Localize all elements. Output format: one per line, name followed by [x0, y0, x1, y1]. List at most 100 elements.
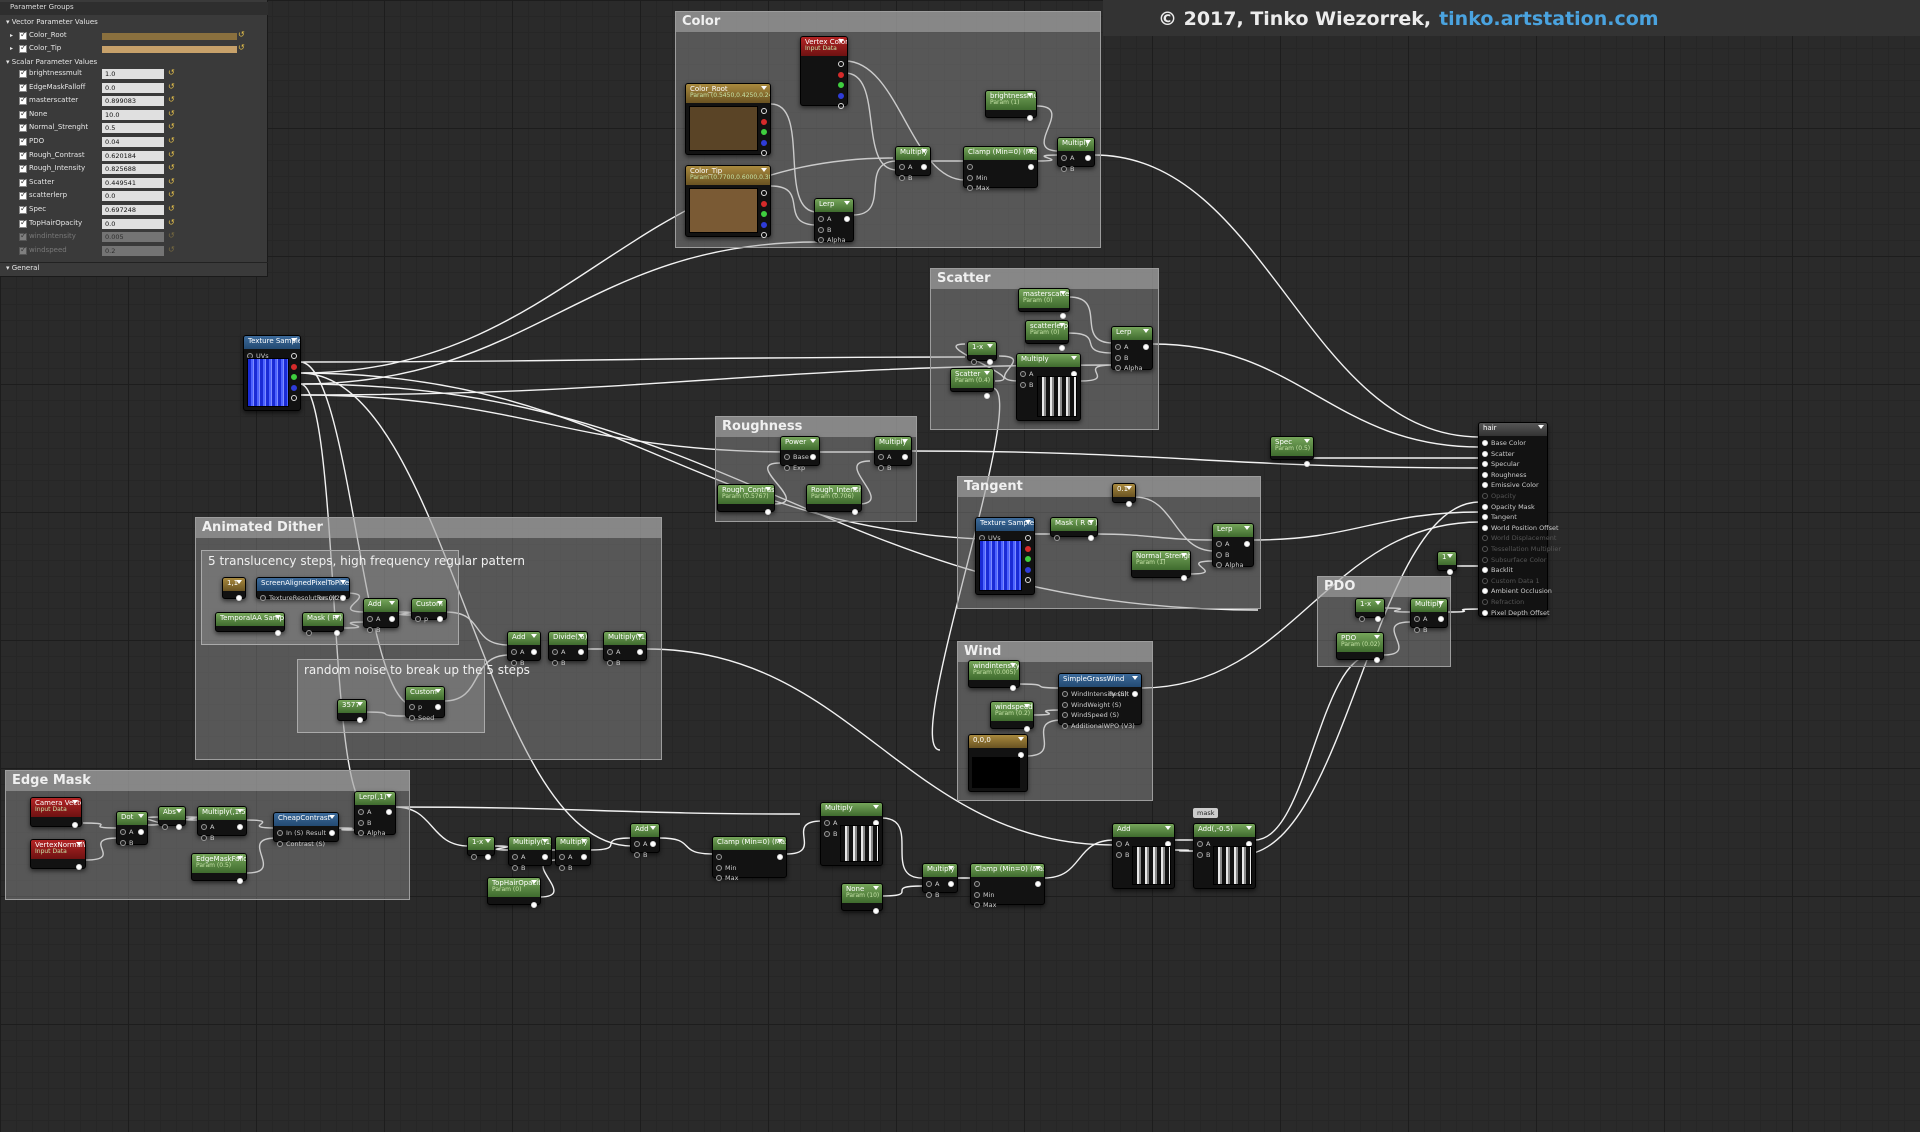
output-pin[interactable]: [72, 822, 78, 828]
param-value-field[interactable]: 0.697248: [102, 205, 164, 215]
param-value-field[interactable]: 0.899083: [102, 96, 164, 107]
param-checkbox[interactable]: [19, 95, 27, 106]
param-value-field[interactable]: 0.0: [102, 218, 164, 229]
output-pin[interactable]: [275, 630, 281, 636]
node-temporalaa[interactable]: TemporalAA SampleID: [215, 612, 285, 636]
output-pin[interactable]: [637, 649, 643, 655]
node-normal_strenght[interactable]: Normal_Strenght Param (1): [1131, 550, 1191, 581]
reset-icon[interactable]: ↺: [168, 109, 175, 118]
input-pin[interactable]: [1062, 701, 1068, 708]
node-cheapcontrast[interactable]: CheapContrast In (S) Contrast (S) Result: [273, 812, 339, 848]
output-pin[interactable]: [873, 908, 879, 914]
input-pin[interactable]: [926, 891, 932, 898]
input-pin[interactable]: [784, 464, 790, 471]
input-pin[interactable]: [1116, 851, 1122, 858]
input-pin[interactable]: [1482, 567, 1488, 574]
input-pin[interactable]: [277, 830, 283, 836]
output-pin[interactable]: [578, 649, 584, 655]
input-pin[interactable]: [716, 875, 722, 881]
color-swatch[interactable]: [102, 46, 237, 53]
chevron-down-icon[interactable]: [329, 815, 335, 819]
chevron-down-icon[interactable]: [1165, 826, 1171, 830]
node-oneminus_sc[interactable]: 1-x: [967, 341, 997, 365]
chevron-down-icon[interactable]: [236, 580, 242, 584]
param-value-field[interactable]: 0.825688: [102, 164, 164, 175]
chevron-down-icon[interactable]: [1447, 554, 1453, 558]
node-none_param[interactable]: None Param (10): [841, 883, 883, 914]
input-pin[interactable]: [260, 595, 266, 601]
chevron-down-icon[interactable]: [76, 842, 82, 846]
node-lerp_edge[interactable]: Lerp(,1) A B Alpha: [354, 791, 396, 837]
param-value-field[interactable]: 0.0: [102, 191, 164, 202]
chevron-down-icon[interactable]: [1035, 866, 1041, 870]
param-checkbox[interactable]: [19, 177, 27, 187]
artstation-link[interactable]: tinko.artstation.com: [1439, 8, 1659, 30]
node-pdo[interactable]: PDO Param (0.02): [1336, 632, 1384, 663]
input-pin[interactable]: [358, 819, 364, 826]
chevron-down-icon[interactable]: [1126, 486, 1132, 490]
output-pin[interactable]: [1010, 685, 1016, 691]
node-multiply_e3[interactable]: Multiply A B: [820, 802, 883, 866]
chevron-down-icon[interactable]: [389, 601, 395, 605]
node-texsample1[interactable]: Texture SampleUVsTex: [243, 335, 301, 411]
input-pin[interactable]: [409, 714, 415, 721]
node-vertexcolor[interactable]: Vertex Color Input Data: [800, 36, 848, 109]
output-pin[interactable]: [1447, 569, 1453, 575]
output-pin[interactable]: [357, 717, 363, 723]
chevron-down-icon[interactable]: [1018, 737, 1024, 741]
chevron-down-icon[interactable]: [1024, 704, 1030, 708]
input-pin[interactable]: [967, 164, 973, 170]
chevron-down-icon[interactable]: [761, 168, 767, 172]
param-value-field[interactable]: 0.449541: [102, 177, 164, 188]
chevron-down-icon[interactable]: [581, 839, 587, 843]
node-mask_r1[interactable]: Mask ( R ): [302, 612, 344, 636]
param-value-field[interactable]: 0.0: [102, 82, 164, 93]
param-value-field[interactable]: 0.620184: [102, 150, 164, 161]
output-pin[interactable]: [1024, 726, 1030, 732]
node-const000[interactable]: 0,0,0: [968, 734, 1028, 792]
input-pin[interactable]: [1482, 577, 1488, 584]
output-pin[interactable]: [1025, 577, 1031, 583]
chevron-down-icon[interactable]: [1059, 323, 1065, 327]
node-multiply15[interactable]: Multiply(,1.5) A B: [197, 806, 247, 842]
output-pin[interactable]: [1374, 657, 1380, 663]
output-pin[interactable]: [761, 118, 767, 125]
input-pin[interactable]: [899, 164, 905, 170]
input-pin[interactable]: [926, 881, 932, 887]
chevron-down-icon[interactable]: [637, 634, 643, 638]
chevron-down-icon[interactable]: [987, 344, 993, 348]
output-pin[interactable]: [291, 384, 297, 391]
output-pin[interactable]: [761, 211, 767, 217]
param-value-field[interactable]: 0.2: [102, 245, 164, 256]
node-const1[interactable]: 1: [1437, 551, 1457, 575]
node-screenaligned[interactable]: ScreenAlignedPixelToPixelUVsTextureResol…: [256, 577, 350, 602]
input-pin[interactable]: [974, 891, 980, 898]
node-texsample2[interactable]: Texture SampleUVsTex: [975, 517, 1035, 595]
input-pin[interactable]: [824, 820, 830, 826]
input-pin[interactable]: [971, 359, 977, 365]
reset-icon[interactable]: ↺: [238, 43, 245, 52]
input-pin[interactable]: [1482, 471, 1488, 478]
output-pin[interactable]: [531, 902, 537, 908]
input-pin[interactable]: [824, 830, 830, 837]
param-checkbox[interactable]: [19, 109, 27, 119]
chevron-down-icon[interactable]: [1246, 826, 1252, 830]
input-pin[interactable]: [1482, 482, 1488, 489]
node-color_tip[interactable]: Color_TipParam (0.7700,0.6000,0.3800,1): [685, 165, 771, 238]
output-pin[interactable]: [1375, 616, 1381, 622]
chevron-down-icon[interactable]: [357, 702, 363, 706]
expand-arrow-icon[interactable]: ▸: [10, 45, 13, 52]
node-multiply_sc[interactable]: Multiply A B: [1016, 353, 1081, 421]
input-pin[interactable]: [974, 881, 980, 887]
output-pin[interactable]: [1085, 155, 1091, 161]
chevron-down-icon[interactable]: [902, 439, 908, 443]
node-add_e[interactable]: Add A B: [630, 823, 660, 859]
node-add_d1[interactable]: Add A B: [363, 598, 399, 634]
output-pin[interactable]: [838, 103, 844, 109]
output-pin[interactable]: [761, 190, 767, 196]
input-pin[interactable]: [471, 854, 477, 860]
param-value-field[interactable]: 0.04: [102, 137, 164, 147]
chevron-down-icon[interactable]: [844, 201, 850, 205]
chevron-down-icon[interactable]: [1027, 93, 1033, 97]
node-oneminus_pdo[interactable]: 1-x: [1355, 598, 1385, 622]
